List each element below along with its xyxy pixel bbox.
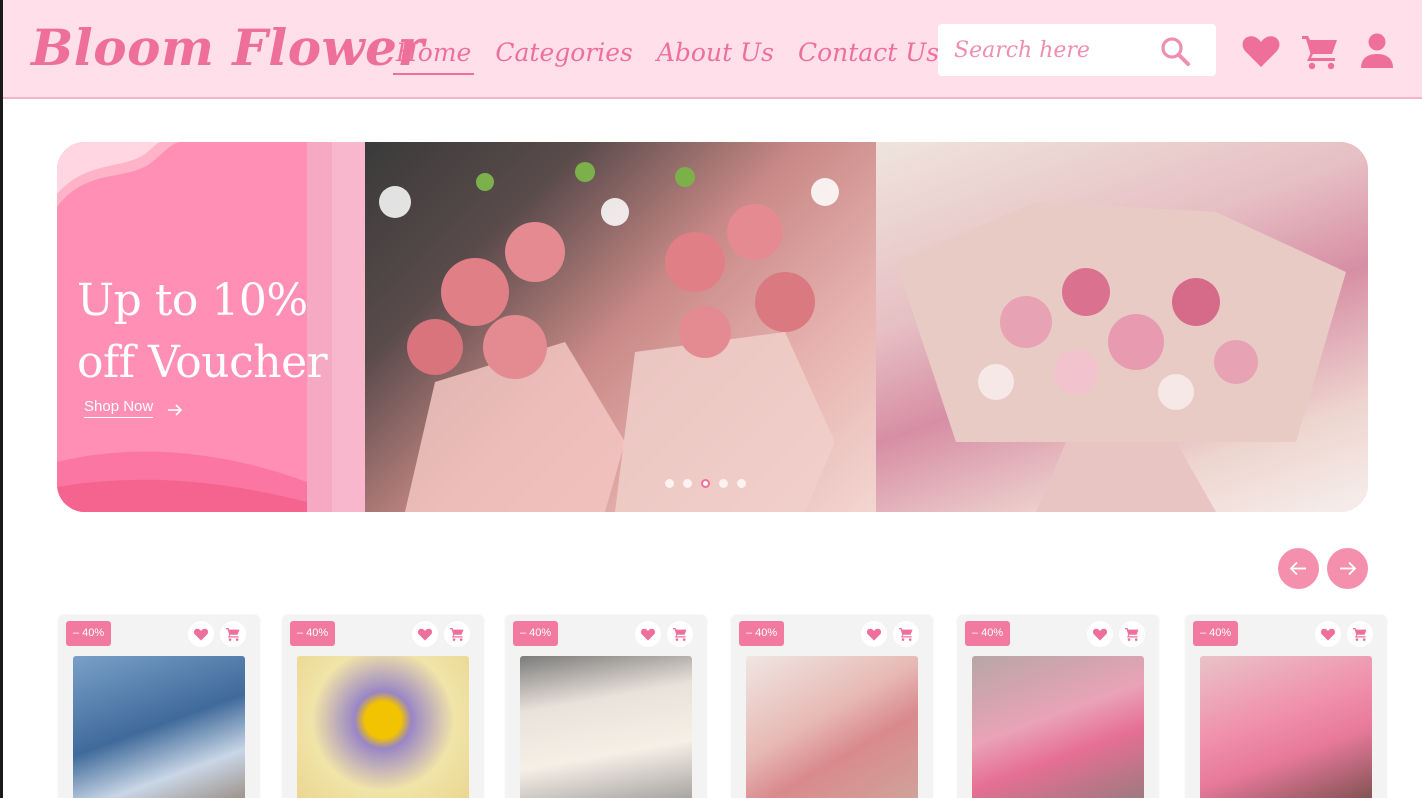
promo-panel: Up to 10% off Voucher Shop Now (57, 142, 365, 512)
promo-line-2: off Voucher (77, 337, 328, 388)
shop-now-link[interactable]: Shop Now (84, 398, 154, 418)
wishlist-button[interactable] (861, 621, 887, 647)
heart-icon (1092, 628, 1108, 641)
heart-icon[interactable] (1240, 30, 1282, 72)
wishlist-button[interactable] (635, 621, 661, 647)
discount-badge: – 40% (739, 621, 785, 646)
search-icon[interactable] (1158, 34, 1192, 68)
product-image[interactable] (520, 656, 692, 798)
cart-icon (899, 628, 913, 641)
carousel-dot-1[interactable] (665, 479, 674, 488)
cart-icon (1125, 628, 1139, 641)
product-image[interactable] (1200, 656, 1372, 798)
bouquet-photo-1 (365, 142, 876, 512)
carousel-dot-2[interactable] (683, 479, 692, 488)
next-button[interactable] (1327, 548, 1368, 589)
nav-categories[interactable]: Categories (492, 38, 636, 75)
add-to-cart-button[interactable] (1119, 621, 1145, 647)
heart-icon (866, 628, 882, 641)
discount-badge: – 40% (1193, 621, 1239, 646)
product-image[interactable] (746, 656, 918, 798)
product-image[interactable] (297, 656, 469, 798)
heart-icon (1320, 628, 1336, 641)
product-card[interactable]: – 40% (506, 615, 706, 798)
arrow-right-icon (168, 404, 183, 416)
product-card[interactable]: – 40% (1186, 615, 1386, 798)
cart-icon (226, 628, 240, 641)
heart-icon (417, 628, 433, 641)
search-box (938, 24, 1216, 76)
site-header: Bloom Flower Home Categories About Us Co… (3, 0, 1422, 99)
discount-badge: – 40% (66, 621, 112, 646)
carousel-dots (665, 479, 746, 488)
cart-icon[interactable] (1299, 30, 1341, 72)
cart-icon (450, 628, 464, 641)
heart-icon (193, 628, 209, 641)
product-card[interactable]: – 40% (59, 615, 259, 798)
carousel-dot-4[interactable] (719, 479, 728, 488)
promo-line-1: Up to 10% (77, 275, 308, 326)
product-card[interactable]: – 40% (283, 615, 483, 798)
user-icon[interactable] (1356, 30, 1398, 72)
main-nav: Home Categories About Us Contact Us (393, 38, 960, 75)
arrow-left-icon (1289, 561, 1306, 576)
prev-button[interactable] (1278, 548, 1319, 589)
nav-contact-us[interactable]: Contact Us (795, 38, 942, 75)
cart-icon (1353, 628, 1367, 641)
bouquet-illustration-1 (379, 162, 839, 512)
discount-badge: – 40% (290, 621, 336, 646)
add-to-cart-button[interactable] (220, 621, 246, 647)
nav-about-us[interactable]: About Us (654, 38, 777, 75)
cart-icon (673, 628, 687, 641)
discount-badge: – 40% (965, 621, 1011, 646)
heart-icon (640, 628, 656, 641)
discount-badge: – 40% (513, 621, 559, 646)
add-to-cart-button[interactable] (1347, 621, 1373, 647)
arrow-right-icon (1340, 561, 1357, 576)
product-image[interactable] (73, 656, 245, 798)
window-edge (0, 0, 3, 798)
carousel-dot-3[interactable] (701, 479, 710, 488)
wishlist-button[interactable] (188, 621, 214, 647)
product-card[interactable]: – 40% (958, 615, 1158, 798)
promo-headline: Up to 10% off Voucher (77, 270, 357, 394)
hero-banner: Up to 10% off Voucher Shop Now (57, 142, 1368, 512)
bouquet-photo-2 (876, 142, 1368, 512)
wishlist-button[interactable] (1315, 621, 1341, 647)
logo[interactable]: Bloom Flower (31, 18, 424, 77)
nav-home[interactable]: Home (393, 38, 475, 75)
search-input[interactable] (954, 30, 1154, 70)
bouquet-illustration-2 (896, 202, 1346, 512)
add-to-cart-button[interactable] (444, 621, 470, 647)
add-to-cart-button[interactable] (893, 621, 919, 647)
product-card[interactable]: – 40% (732, 615, 932, 798)
add-to-cart-button[interactable] (667, 621, 693, 647)
wishlist-button[interactable] (412, 621, 438, 647)
product-image[interactable] (972, 656, 1144, 798)
wishlist-button[interactable] (1087, 621, 1113, 647)
carousel-dot-5[interactable] (737, 479, 746, 488)
